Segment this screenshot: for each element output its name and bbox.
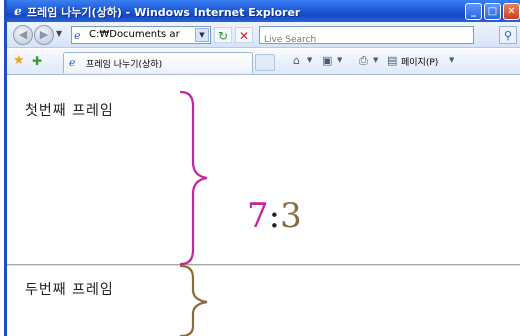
tab-label: 프레임 나누기(상하) [86,60,163,70]
search-input[interactable] [260,32,473,48]
ratio-top-value: 7 [247,196,269,236]
refresh-button[interactable]: ↻ [214,27,232,43]
feeds-dropdown[interactable]: ▼ [337,56,342,64]
bottom-frame-brace [179,264,208,336]
home-icon[interactable]: ⌂ [293,54,300,68]
frameset: 첫번째 프레임 두번째 프레임 7:3 [7,76,520,336]
back-button[interactable]: ◀ [13,25,33,45]
new-tab-button[interactable] [255,54,275,71]
search-button[interactable]: ⚲ [499,26,517,44]
browser-window: ℯ 프레임 나누기(상하) - Windows Internet Explore… [4,0,520,336]
add-favorite-icon[interactable]: ✚ [32,54,42,68]
url-field[interactable]: ℯ C:₩Documents ar ▼ [71,26,211,44]
bottom-brace-path [179,264,208,336]
bottom-frame-label: 두번째 프레임 [25,282,114,298]
maximize-button[interactable]: □ [484,3,501,20]
print-dropdown[interactable]: ▼ [373,56,378,64]
screen: ℯ 프레임 나누기(상하) - Windows Internet Explore… [0,0,520,336]
ratio-bottom-value: 3 [280,196,302,236]
stop-button[interactable]: ✕ [235,27,253,43]
url-dropdown-button[interactable]: ▼ [195,28,209,42]
minimize-button[interactable]: _ [465,3,482,20]
ratio-separator: : [268,196,281,236]
tab-active[interactable]: ℯ 프레임 나누기(상하) [63,52,253,73]
back-arrow-icon: ◀ [18,28,28,41]
ie-icon: ℯ [14,4,22,18]
forward-button[interactable]: ▶ [34,25,54,45]
feeds-icon[interactable]: ▣ [322,54,332,68]
close-button[interactable]: ✕ [503,3,520,20]
frame-divider[interactable] [7,264,520,266]
address-bar: ◀ ▶ ▼ ℯ C:₩Documents ar ▼ ↻ ✕ ⚲ [7,22,520,48]
top-frame-brace [179,90,208,266]
top-brace-path [179,90,208,266]
search-field[interactable] [259,26,474,48]
page-menu[interactable]: 페이지(P) [401,55,438,68]
title-bar[interactable]: ℯ 프레임 나누기(상하) - Windows Internet Explore… [7,0,520,22]
home-dropdown[interactable]: ▼ [307,56,312,64]
tab-page-icon: ℯ [69,56,76,69]
favorites-star-icon[interactable]: ★ [13,54,25,68]
frame-ratio-annotation: 7:3 [247,196,302,236]
page-menu-dropdown[interactable]: ▼ [449,56,454,64]
print-icon[interactable]: ⎙ [359,54,368,68]
top-frame-label: 첫번째 프레임 [25,103,114,119]
stop-icon: ✕ [238,29,250,43]
page-icon[interactable]: ▤ [387,54,397,68]
page-icon: ℯ [74,29,81,42]
bottom-frame: 두번째 프레임 [7,267,520,336]
recent-pages-dropdown[interactable]: ▼ [56,29,62,38]
command-bar: ★ ✚ ℯ 프레임 나누기(상하) ⌂ ▼ ▣ ▼ ⎙ ▼ ▤ 페이지(P) ▼ [7,49,520,75]
window-title: 프레임 나누기(상하) - Windows Internet Explorer [27,6,301,19]
forward-arrow-icon: ▶ [39,28,49,41]
url-text[interactable]: C:₩Documents ar [89,29,189,40]
search-icon: ⚲ [503,29,513,42]
refresh-icon: ↻ [217,29,229,43]
